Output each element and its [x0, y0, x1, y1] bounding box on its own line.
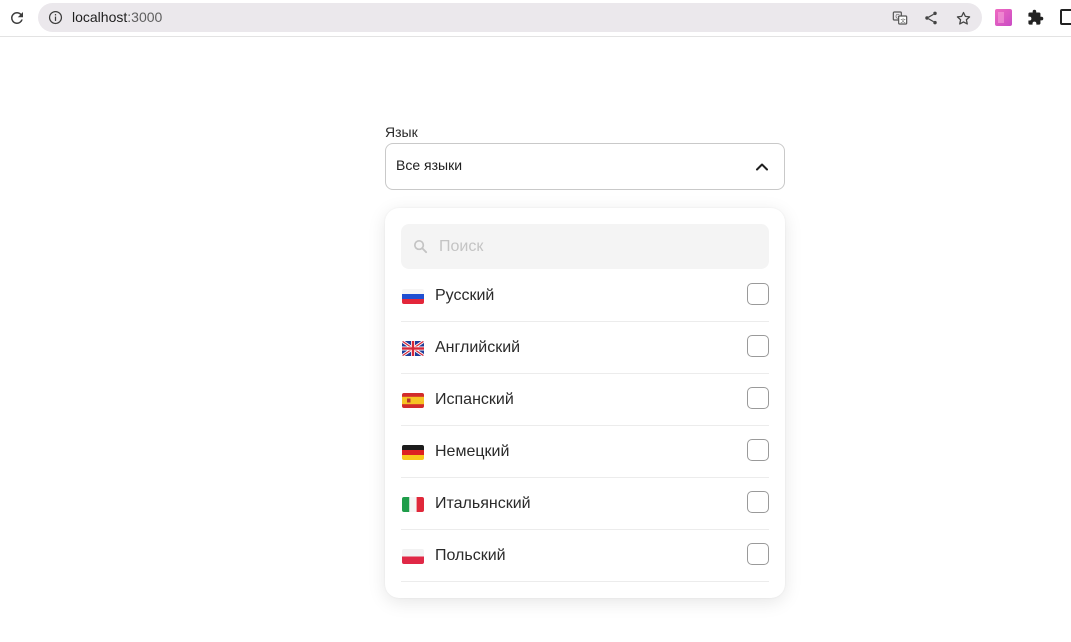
- language-checkbox[interactable]: [747, 491, 769, 513]
- language-checkbox[interactable]: [747, 439, 769, 461]
- ru-flag-icon: [402, 289, 424, 304]
- pl-flag-icon: [402, 549, 424, 564]
- es-flag-icon: [402, 393, 424, 408]
- de-flag-icon: [402, 445, 424, 460]
- address-bar[interactable]: localhost:3000 G文: [38, 3, 982, 32]
- language-dropdown: Русский Английский Испанский Немецкий: [385, 208, 785, 598]
- language-list: Русский Английский Испанский Немецкий Ит…: [401, 270, 769, 582]
- search-input[interactable]: [439, 224, 759, 269]
- side-panel-icon[interactable]: [1058, 8, 1071, 26]
- language-checkbox[interactable]: [747, 283, 769, 305]
- extension-profile-icon[interactable]: [994, 8, 1012, 26]
- gb-flag-icon: [402, 341, 424, 356]
- language-field-label: Язык: [385, 124, 418, 140]
- language-checkbox[interactable]: [747, 387, 769, 409]
- address-url: localhost:3000: [72, 9, 162, 26]
- extensions-puzzle-icon[interactable]: [1026, 8, 1044, 26]
- bookmark-star-icon[interactable]: [954, 9, 972, 27]
- search-icon: [412, 238, 429, 255]
- language-label: Русский: [435, 287, 495, 304]
- language-option-en[interactable]: Английский: [401, 322, 769, 374]
- browser-toolbar: localhost:3000 G文: [0, 0, 1071, 37]
- url-port: :3000: [127, 9, 163, 25]
- site-info-icon[interactable]: [48, 10, 63, 25]
- language-checkbox[interactable]: [747, 543, 769, 565]
- language-checkbox[interactable]: [747, 335, 769, 357]
- language-option-de[interactable]: Немецкий: [401, 426, 769, 478]
- language-label: Испанский: [435, 391, 514, 408]
- url-host: localhost: [72, 9, 128, 25]
- translate-icon[interactable]: G文: [891, 9, 909, 27]
- language-label: Польский: [435, 547, 506, 564]
- language-label: Итальянский: [435, 495, 531, 512]
- it-flag-icon: [402, 497, 424, 512]
- language-select[interactable]: Все языки: [385, 143, 785, 190]
- language-label: Немецкий: [435, 443, 510, 460]
- share-icon[interactable]: [922, 9, 940, 27]
- language-option-ru[interactable]: Русский: [401, 270, 769, 322]
- language-select-value: Все языки: [396, 157, 463, 173]
- language-option-pl[interactable]: Польский: [401, 530, 769, 582]
- language-label: Английский: [435, 339, 521, 356]
- chevron-up-icon: [754, 159, 770, 175]
- language-option-it[interactable]: Итальянский: [401, 478, 769, 530]
- reload-icon[interactable]: [6, 7, 28, 29]
- language-search: [401, 224, 769, 269]
- language-option-es[interactable]: Испанский: [401, 374, 769, 426]
